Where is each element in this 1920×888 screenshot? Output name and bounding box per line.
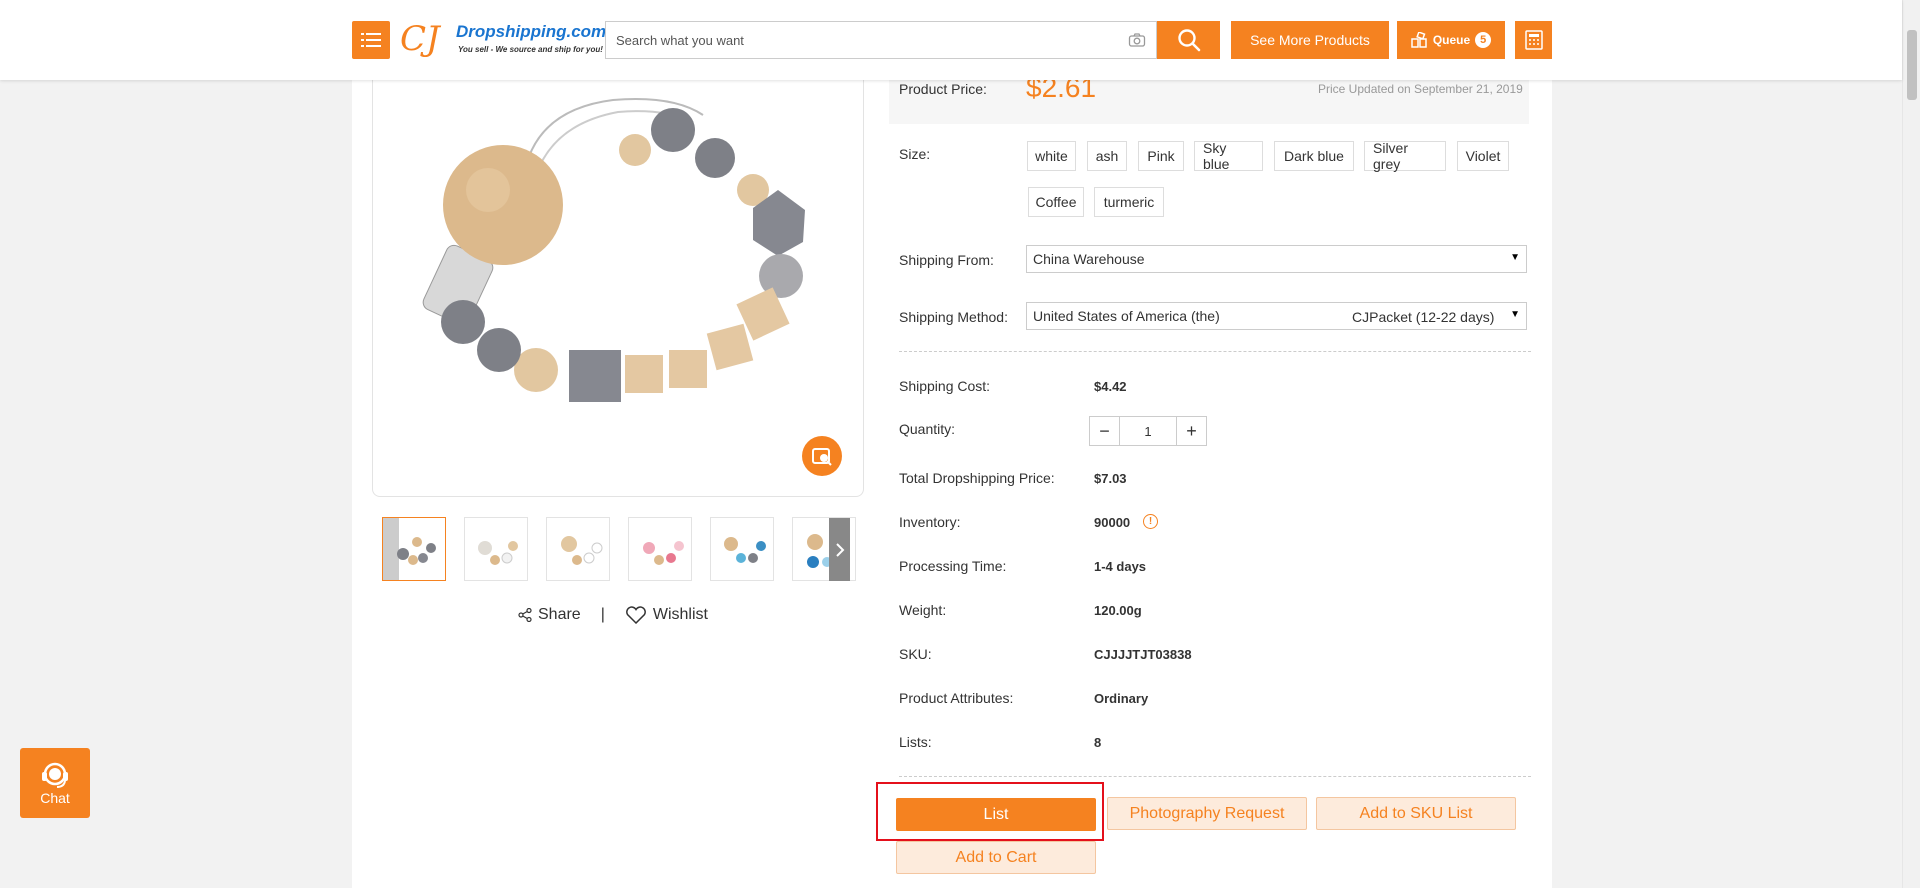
size-option[interactable]: Dark blue (1274, 141, 1354, 171)
wishlist-button[interactable]: Wishlist (625, 606, 708, 624)
search-input[interactable] (606, 22, 1106, 58)
size-option[interactable]: Sky blue (1194, 140, 1263, 172)
quantity-label: Quantity: (899, 421, 956, 437)
chat-label: Chat (40, 790, 70, 806)
shipping-from-label: Shipping From: (899, 252, 994, 268)
search-box (605, 21, 1157, 59)
total-price-label: Total Dropshipping Price: (899, 470, 1055, 486)
weight-label: Weight: (899, 602, 947, 618)
lists-value: 8 (1094, 735, 1102, 750)
shipping-cost-value: $4.42 (1094, 379, 1127, 394)
thumbnail[interactable] (628, 517, 692, 581)
inventory-value: 90000 (1094, 515, 1131, 530)
shipping-from-select[interactable]: China Warehouse ▼ (1026, 245, 1527, 273)
size-option[interactable]: Coffee (1028, 187, 1084, 217)
thumbnail[interactable] (464, 517, 528, 581)
weight-value: 120.00g (1094, 603, 1142, 618)
queue-button[interactable]: Queue 5 (1397, 21, 1505, 59)
image-search-icon (812, 448, 832, 466)
queue-label: Queue (1432, 33, 1471, 47)
logo-brand: Dropshipping.com (456, 22, 607, 41)
camera-icon[interactable] (1128, 32, 1146, 53)
size-label: Size: (899, 146, 931, 162)
site-header: CJ Dropshipping.com You sell - We source… (0, 0, 1902, 80)
see-more-products-button[interactable]: See More Products (1231, 21, 1389, 59)
sku-label: SKU: (899, 646, 932, 662)
logo-tagline: You sell - We source and ship for you! (458, 45, 603, 54)
photography-request-button[interactable]: Photography Request (1107, 797, 1307, 830)
image-zoom-button[interactable] (802, 436, 842, 476)
share-label: Share (538, 606, 581, 623)
size-option[interactable]: turmeric (1094, 187, 1164, 217)
calculator-button[interactable] (1515, 21, 1552, 59)
quantity-stepper: − + (1089, 416, 1207, 446)
heart-icon (625, 606, 646, 624)
inventory-info-icon[interactable]: ! (1143, 514, 1158, 529)
add-to-cart-button[interactable]: Add to Cart (896, 841, 1096, 874)
product-main-image[interactable] (372, 70, 864, 497)
product-attributes-value: Ordinary (1094, 691, 1149, 706)
lists-label: Lists: (899, 734, 932, 750)
add-to-sku-list-button[interactable]: Add to SKU List (1316, 797, 1516, 830)
calculator-icon (1524, 30, 1543, 50)
total-price-value: $7.03 (1094, 471, 1127, 486)
section-divider (899, 351, 1531, 352)
thumbnail-next-button[interactable] (829, 518, 850, 581)
chat-button[interactable]: Chat (20, 748, 90, 818)
menu-button[interactable] (352, 21, 390, 59)
headset-icon (42, 762, 68, 788)
size-option[interactable]: Violet (1457, 141, 1509, 171)
share-icon (518, 608, 532, 622)
shipping-method-select[interactable]: United States of America (the) CJPacket … (1026, 302, 1527, 330)
share-separator: | (600, 606, 605, 623)
share-wishlist-row: Share | Wishlist (518, 604, 708, 626)
shipping-from-value: China Warehouse (1033, 251, 1145, 267)
price-updated-note: Price Updated on September 21, 2019 (1318, 82, 1523, 96)
inventory-label: Inventory: (899, 514, 961, 530)
search-button[interactable] (1157, 21, 1220, 59)
processing-time-value: 1-4 days (1094, 559, 1147, 574)
queue-icon (1411, 31, 1427, 48)
dropdown-arrow-icon: ▼ (1510, 309, 1520, 320)
chevron-right-icon (835, 542, 844, 557)
thumbnail-strip (382, 517, 856, 581)
size-option[interactable]: Silver grey (1364, 140, 1446, 172)
size-option[interactable]: white (1027, 141, 1076, 171)
size-option[interactable]: Pink (1138, 141, 1184, 171)
dropdown-arrow-icon: ▼ (1510, 252, 1520, 263)
sku-value: CJJJJTJT03838 (1094, 647, 1192, 662)
search-icon (1177, 29, 1200, 52)
shipping-method-value: CJPacket (12-22 days) (1352, 309, 1495, 325)
product-attributes-label: Product Attributes: (899, 690, 1014, 706)
size-option[interactable]: ash (1087, 141, 1127, 171)
scrollbar-thumb[interactable] (1907, 30, 1917, 100)
share-button[interactable]: Share (518, 606, 581, 624)
page-scrollbar[interactable] (1902, 0, 1920, 888)
shipping-country-value: United States of America (the) (1033, 308, 1220, 324)
processing-time-label: Processing Time: (899, 558, 1007, 574)
menu-icon (361, 33, 381, 47)
shipping-method-label: Shipping Method: (899, 309, 1008, 325)
thumbnail[interactable] (546, 517, 610, 581)
list-button[interactable]: List (896, 798, 1096, 831)
price-label: Product Price: (899, 81, 987, 97)
quantity-increase-button[interactable]: + (1176, 417, 1206, 445)
shipping-cost-label: Shipping Cost: (899, 378, 991, 394)
wishlist-label: Wishlist (652, 606, 708, 623)
queue-count-badge: 5 (1475, 32, 1492, 48)
section-divider (899, 776, 1531, 777)
logo-mark: CJ (400, 19, 440, 59)
quantity-decrease-button[interactable]: − (1090, 417, 1120, 445)
site-logo[interactable]: CJ Dropshipping.com You sell - We source… (400, 18, 606, 60)
quantity-input[interactable] (1120, 417, 1176, 445)
thumbnail[interactable] (710, 517, 774, 581)
thumbnail[interactable] (382, 517, 446, 581)
